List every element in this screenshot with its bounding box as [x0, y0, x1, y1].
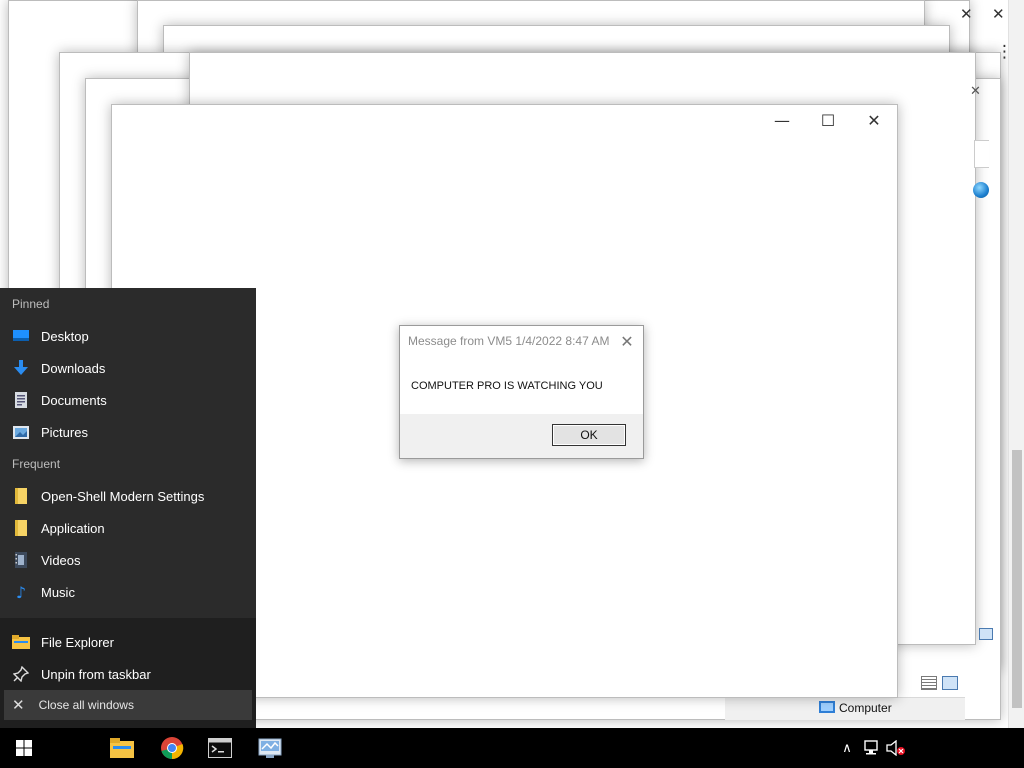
ok-button[interactable]: OK [552, 424, 626, 446]
background-close-button-3[interactable]: ✕ [970, 84, 981, 99]
file-explorer-icon [12, 633, 30, 651]
download-arrow-icon [12, 359, 30, 377]
desktop-icon [12, 327, 30, 345]
explorer-status-bar: Computer [725, 697, 965, 720]
jump-item-label: Unpin from taskbar [41, 666, 151, 682]
preview-pane-icon[interactable] [979, 628, 993, 640]
minimize-button[interactable]: — [759, 105, 805, 135]
taskbar-command-prompt[interactable] [196, 728, 244, 768]
music-note-icon: ♪ [15, 582, 27, 602]
message-dialog: Message from VM5 1/4/2022 8:47 AM ✕ COMP… [399, 325, 644, 459]
large-icons-view-icon[interactable] [942, 676, 958, 690]
jump-action-close-all-windows[interactable]: ✕ Close all windows [4, 690, 252, 720]
jump-item-label: Music [41, 584, 75, 600]
jump-item-label: File Explorer [41, 634, 114, 650]
tray-overflow-chevron[interactable]: ∧ [838, 728, 856, 768]
jump-item-label: Close all windows [38, 698, 134, 712]
maximize-button[interactable]: ☐ [805, 105, 851, 135]
jump-item-downloads[interactable]: Downloads [0, 352, 256, 384]
video-icon [12, 551, 30, 569]
jump-item-label: Desktop [41, 328, 89, 344]
jump-item-label: Documents [41, 392, 107, 408]
unpin-icon [12, 665, 30, 683]
jump-item-label: Pictures [41, 424, 88, 440]
jump-item-music[interactable]: ♪ Music [0, 576, 256, 608]
control-panel-icon [258, 738, 282, 758]
jump-action-unpin[interactable]: Unpin from taskbar [0, 658, 151, 690]
taskbar-control-panel[interactable] [246, 728, 294, 768]
terminal-icon [208, 738, 232, 758]
jump-item-label: Downloads [41, 360, 106, 376]
folder-icon [12, 487, 30, 505]
computer-icon [819, 701, 835, 713]
dialog-message: COMPUTER PRO IS WATCHING YOU [411, 380, 603, 392]
jump-item-pictures[interactable]: Pictures [0, 416, 256, 448]
jump-item-open-shell-settings[interactable]: Open-Shell Modern Settings [0, 480, 256, 512]
network-icon[interactable] [860, 728, 882, 768]
dialog-close-button[interactable]: ✕ [617, 330, 637, 352]
status-location-label: Computer [839, 701, 892, 715]
start-button[interactable] [0, 728, 48, 768]
jump-item-label: Videos [41, 552, 81, 568]
picture-icon [12, 423, 30, 441]
vertical-scrollbar[interactable] [1008, 0, 1024, 728]
globe-icon [973, 182, 989, 198]
taskbar-chrome[interactable] [148, 728, 196, 768]
scrollbar-thumb[interactable] [1012, 450, 1022, 708]
background-close-button-2[interactable]: ✕ [992, 5, 1005, 23]
close-icon: ✕ [12, 696, 25, 714]
close-button[interactable]: ✕ [851, 105, 897, 135]
jump-item-label: Application [41, 520, 105, 536]
details-view-icon[interactable] [921, 676, 937, 690]
jump-item-application[interactable]: Application [0, 512, 256, 544]
jump-item-desktop[interactable]: Desktop [0, 320, 256, 352]
jump-item-videos[interactable]: Videos [0, 544, 256, 576]
folder-icon [12, 519, 30, 537]
taskbar-file-explorer[interactable] [98, 728, 146, 768]
background-close-button[interactable]: ✕ [960, 5, 973, 23]
taskbar-jump-list: Pinned Desktop Downloads Documents Pictu… [0, 288, 256, 728]
jump-item-documents[interactable]: Documents [0, 384, 256, 416]
frequent-header: Frequent [12, 457, 61, 471]
pinned-header: Pinned [12, 297, 50, 311]
document-icon [12, 391, 30, 409]
address-field[interactable] [974, 140, 989, 168]
jump-list-actions: File Explorer Unpin from taskbar ✕ Close… [0, 618, 256, 728]
windows-logo-icon [16, 740, 32, 756]
volume-muted-icon[interactable] [884, 728, 908, 768]
dialog-footer: OK [400, 414, 643, 458]
folder-icon [110, 738, 134, 758]
jump-item-label: Open-Shell Modern Settings [41, 488, 205, 504]
jump-action-file-explorer[interactable]: File Explorer [0, 626, 114, 658]
chrome-icon [161, 737, 184, 760]
taskbar: ∧ [0, 728, 1024, 768]
dialog-title: Message from VM5 1/4/2022 8:47 AM [408, 334, 610, 348]
